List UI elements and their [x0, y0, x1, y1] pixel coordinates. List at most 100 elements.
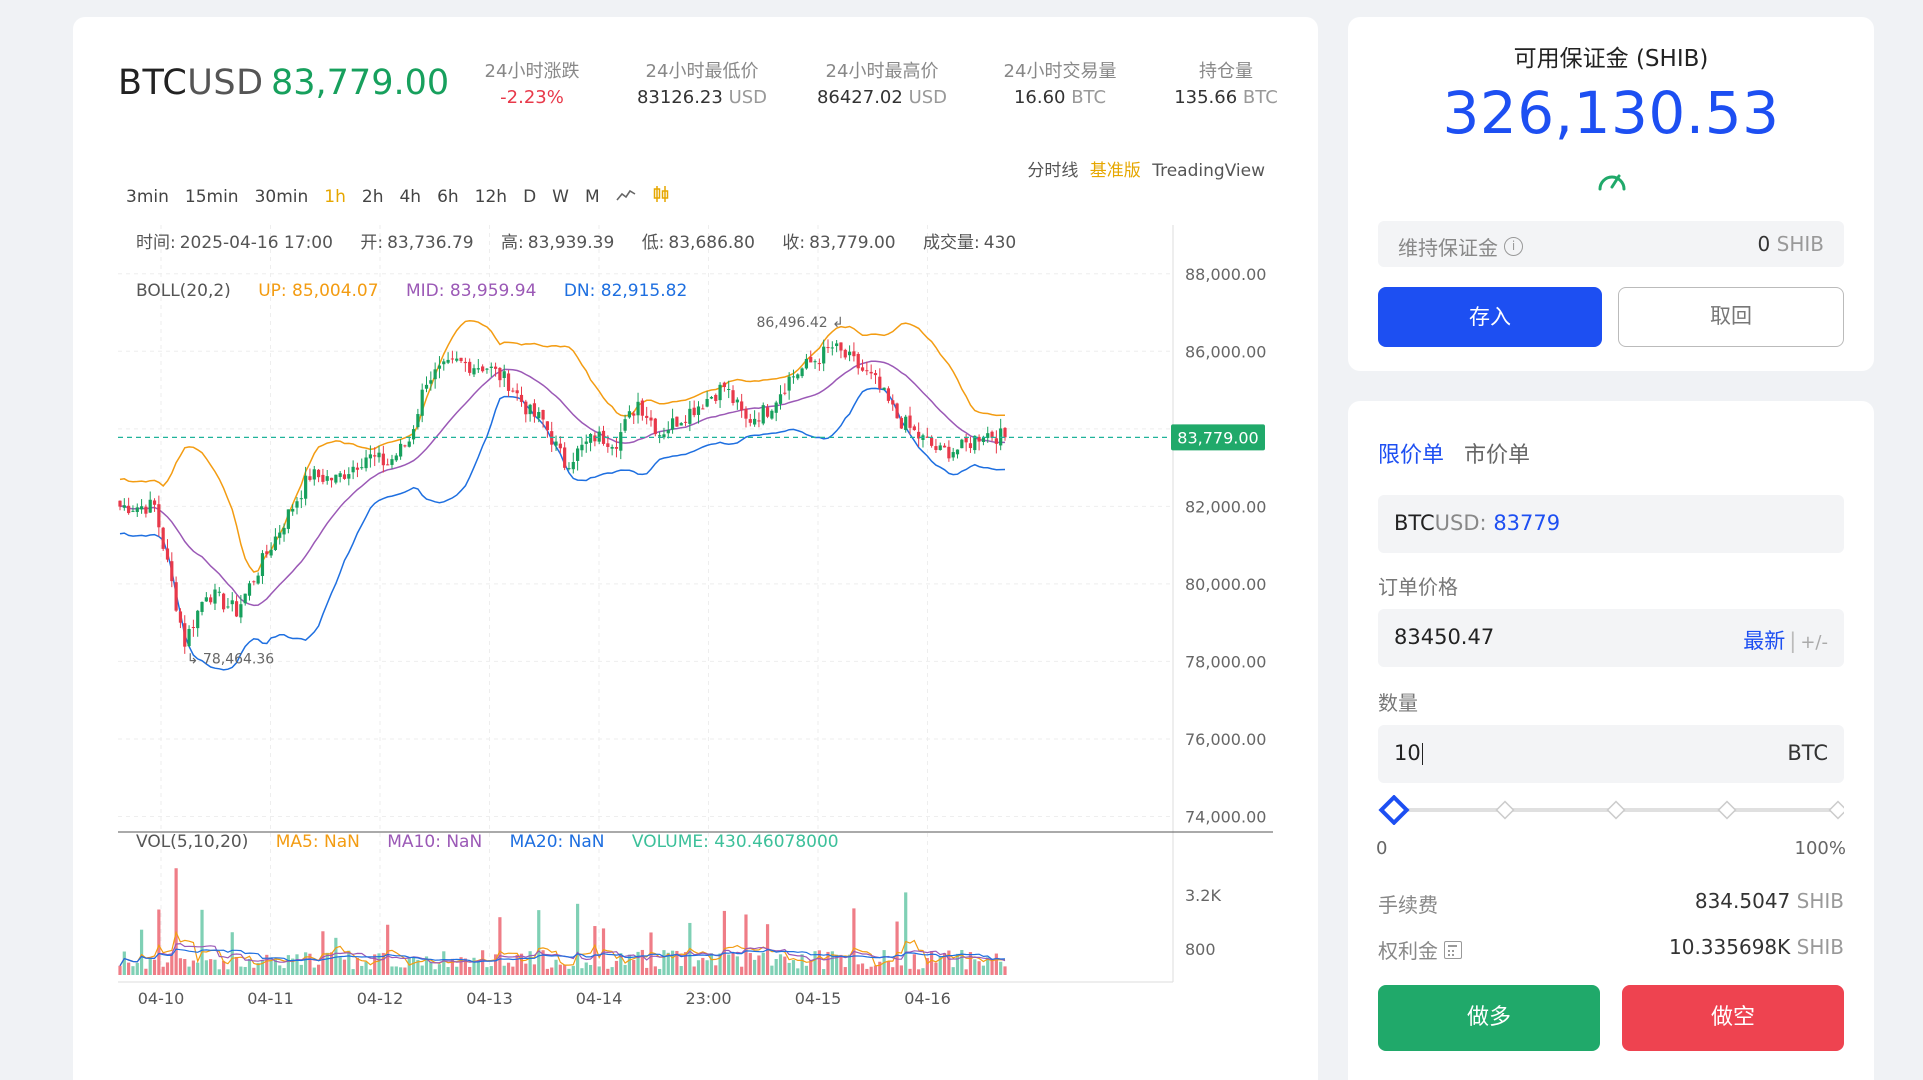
legend-open: 83,736.79: [387, 233, 474, 253]
volume-bar: [714, 965, 718, 975]
short-button[interactable]: 做空: [1622, 985, 1844, 1051]
candle-body: [355, 467, 360, 470]
legend-boll: BOLL(20,2) UP: 85,004.07 MID: 83,959.94 …: [136, 281, 687, 301]
volume-bar: [791, 960, 796, 975]
volume-bar: [753, 959, 757, 975]
volume-bar: [740, 966, 744, 975]
candle-body: [718, 384, 722, 401]
candle-body: [269, 549, 273, 556]
time-tick-label: 04-11: [247, 989, 294, 1008]
candle-body: [817, 363, 821, 365]
volume-bar: [446, 967, 450, 975]
candle-body: [386, 464, 390, 466]
candle-body: [157, 504, 161, 528]
volume-bar: [455, 966, 459, 975]
volume-bar: [614, 960, 619, 975]
volume-bar: [239, 966, 243, 975]
tab-limit-order[interactable]: 限价单: [1378, 437, 1444, 469]
volume-bar: [295, 954, 299, 975]
legend-high-label: 高:: [501, 233, 524, 253]
candle-body: [476, 368, 480, 370]
volume-bar: [912, 954, 916, 975]
volume-bar: [282, 968, 286, 975]
calculator-icon[interactable]: [1444, 940, 1462, 959]
info-icon[interactable]: i: [1504, 237, 1523, 256]
slider-handle: [1378, 795, 1410, 825]
candle-body: [899, 417, 903, 429]
latest-price-button[interactable]: 最新: [1743, 629, 1785, 653]
volume-bar: [891, 967, 895, 975]
candle-body: [442, 361, 446, 365]
candle-body: [437, 365, 442, 369]
volume-bar: [191, 960, 195, 975]
order-price-label: 订单价格: [1378, 575, 1458, 599]
candle-body: [606, 443, 610, 447]
quantity-input[interactable]: 10 BTC: [1378, 725, 1844, 783]
volume-bar: [576, 903, 580, 975]
volume-bar: [442, 951, 446, 975]
candle-body: [308, 476, 312, 480]
volume-bar: [118, 965, 122, 975]
deposit-button[interactable]: 存入: [1378, 287, 1602, 347]
candle-body: [813, 361, 817, 363]
candle-body: [1003, 427, 1007, 438]
candle-body: [519, 394, 524, 402]
volume-bar: [571, 965, 575, 975]
candle-body: [135, 507, 139, 512]
candle-body: [912, 426, 916, 431]
quantity-value[interactable]: 10: [1394, 741, 1423, 765]
volume-bar: [731, 952, 735, 975]
volume-bar: [658, 968, 662, 975]
price-tick-label: 74,000.00: [1185, 807, 1266, 826]
candle-body: [847, 351, 852, 356]
candle-body: [127, 505, 131, 514]
volume-bar: [213, 959, 217, 975]
candle-body: [942, 445, 947, 448]
symbol-price-field: BTCUSD: 83779: [1378, 495, 1844, 553]
plus-minus-button[interactable]: +/-: [1800, 632, 1828, 653]
gauge-icon: [1596, 167, 1628, 197]
volume-bar: [234, 956, 239, 975]
candle-body: [683, 421, 688, 423]
volume-bar: [165, 962, 170, 975]
volume-bar: [247, 958, 252, 975]
order-price-input[interactable]: 83450.47 最新 | +/-: [1378, 609, 1844, 667]
volume-bar: [187, 966, 191, 975]
withdraw-button[interactable]: 取回: [1618, 287, 1844, 347]
price-chart[interactable]: 74,000.00 76,000.00 78,000.00 80,000.00 82,0…: [73, 17, 1318, 1017]
candle-body: [696, 406, 701, 415]
volume-bar: [411, 956, 416, 975]
candle-body: [904, 416, 908, 430]
volume-bar: [981, 965, 986, 975]
volume-bar: [304, 952, 308, 975]
candle-body: [131, 510, 135, 512]
candle-body: [472, 368, 476, 375]
volume-bar: [839, 954, 843, 975]
candle-body: [217, 591, 221, 593]
long-button[interactable]: 做多: [1378, 985, 1600, 1051]
volume-bar: [519, 953, 524, 975]
fee-value: 834.5047 SHIB: [1695, 889, 1844, 913]
volume-bar: [873, 965, 878, 975]
quantity-number[interactable]: 10: [1394, 741, 1421, 765]
order-price-value[interactable]: 83450.47: [1394, 625, 1494, 649]
volume-bar: [321, 931, 325, 975]
volume-bar: [506, 962, 511, 975]
quantity-unit: BTC: [1787, 741, 1828, 765]
maintenance-margin-label: 维持保证金 i: [1398, 232, 1523, 261]
tab-market-order[interactable]: 市价单: [1464, 437, 1530, 469]
volume-bar: [243, 966, 247, 975]
chart-panel: BTCUSD 83,779.00 24小时涨跌 -2.23% 24小时最低价 8…: [73, 17, 1318, 1080]
volume-bar: [537, 910, 541, 975]
volume-bar: [200, 909, 204, 975]
volume-bar: [895, 921, 899, 975]
volume-bar: [567, 968, 571, 975]
candle-body: [774, 402, 778, 413]
candle-body: [481, 366, 485, 372]
candle-body: [878, 376, 882, 389]
volume-bar: [390, 966, 394, 975]
candle-body: [338, 473, 342, 477]
candle-body: [213, 589, 217, 604]
candle-body: [450, 358, 455, 360]
quantity-slider[interactable]: [1378, 795, 1844, 825]
